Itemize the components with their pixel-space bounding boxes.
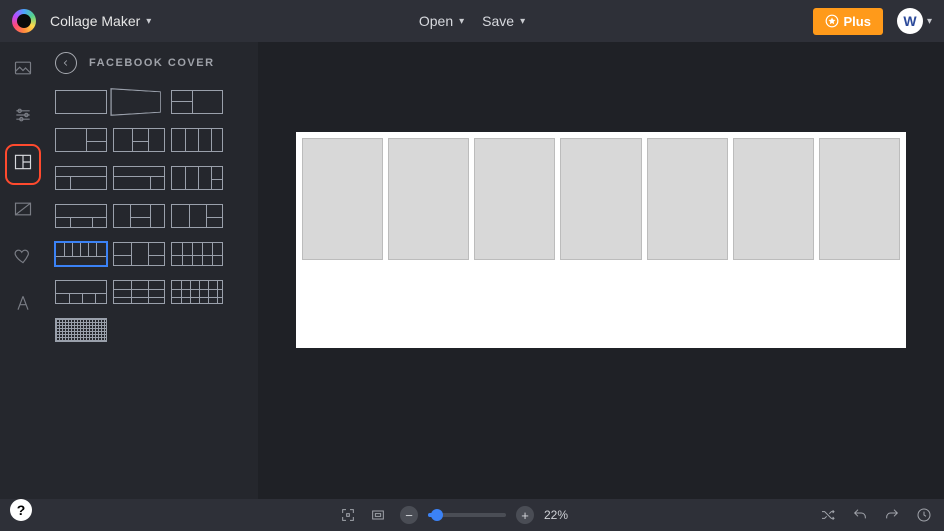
collage-cell[interactable] [819, 138, 900, 260]
collage-cell[interactable] [302, 138, 383, 260]
plus-button[interactable]: Plus [813, 8, 883, 35]
arrow-left-icon [61, 58, 71, 68]
template-thumb [113, 318, 165, 342]
collage-cell[interactable] [560, 138, 641, 260]
heart-icon [13, 246, 33, 266]
account-menu[interactable]: W ▾ [897, 8, 932, 34]
sliders-icon [13, 105, 33, 125]
star-icon [825, 14, 839, 28]
topbar-right: Plus W ▾ [813, 8, 933, 35]
panel-title: FACEBOOK COVER [89, 57, 215, 69]
top-bar: Collage Maker ▾ Open ▾ Save ▾ Plus W ▾ [0, 0, 944, 42]
template-panel: FACEBOOK COVER [45, 42, 258, 499]
template-thumb [171, 318, 223, 342]
template-thumb[interactable] [55, 242, 107, 266]
zoom-slider-thumb[interactable] [431, 509, 443, 521]
template-thumb[interactable] [171, 90, 223, 114]
canvas-area[interactable] [258, 42, 944, 499]
app-name: Collage Maker [50, 13, 140, 29]
open-label: Open [419, 13, 453, 29]
zoom-slider[interactable] [428, 513, 506, 517]
undo-icon[interactable] [852, 507, 868, 523]
zoom-out-button[interactable]: − [400, 506, 418, 524]
save-button[interactable]: Save ▾ [482, 13, 525, 29]
template-thumb[interactable] [55, 280, 107, 304]
crop-icon [13, 199, 33, 219]
template-thumb[interactable] [55, 90, 107, 114]
topbar-center: Open ▾ Save ▾ [419, 13, 525, 29]
rail-crop[interactable] [13, 199, 33, 224]
zoom-label: 22% [544, 508, 568, 522]
app-switch-dropdown[interactable]: Collage Maker ▾ [50, 13, 151, 29]
avatar: W [897, 8, 923, 34]
shuffle-icon[interactable] [820, 507, 836, 523]
template-thumb[interactable] [110, 88, 160, 116]
bottom-bar: − + 22% [0, 499, 944, 531]
chevron-down-icon: ▾ [927, 16, 932, 27]
chevron-down-icon: ▾ [459, 16, 464, 27]
rail-favorites[interactable] [13, 246, 33, 271]
collage-cell[interactable] [733, 138, 814, 260]
collage-cell[interactable] [388, 138, 469, 260]
bottombar-right [820, 507, 932, 523]
zoom-controls: − + 22% [400, 506, 568, 524]
template-thumb[interactable] [113, 166, 165, 190]
template-thumb[interactable] [171, 242, 223, 266]
collage-cell[interactable] [474, 138, 555, 260]
collage-canvas[interactable] [296, 132, 906, 348]
fit-icon[interactable] [370, 507, 386, 523]
plus-label: Plus [844, 14, 871, 29]
template-thumb[interactable] [171, 280, 223, 304]
template-thumb[interactable] [113, 128, 165, 152]
rail-image[interactable] [13, 58, 33, 83]
focus-icon[interactable] [340, 507, 356, 523]
template-thumb[interactable] [55, 128, 107, 152]
canvas-row [296, 132, 906, 260]
template-thumb[interactable] [113, 280, 165, 304]
rail-adjust[interactable] [13, 105, 33, 130]
app-logo [12, 9, 36, 33]
collage-cell[interactable] [647, 138, 728, 260]
left-rail [0, 42, 45, 499]
template-thumb[interactable] [171, 166, 223, 190]
redo-icon[interactable] [884, 507, 900, 523]
rail-layout[interactable] [13, 152, 33, 177]
save-label: Save [482, 13, 514, 29]
chevron-down-icon: ▾ [146, 16, 151, 27]
layout-icon [13, 152, 33, 172]
template-grid [55, 90, 248, 342]
template-thumb[interactable] [113, 242, 165, 266]
back-button[interactable] [55, 52, 77, 74]
zoom-in-button[interactable]: + [516, 506, 534, 524]
template-thumb[interactable] [171, 128, 223, 152]
template-thumb[interactable] [55, 318, 107, 342]
open-button[interactable]: Open ▾ [419, 13, 464, 29]
history-icon[interactable] [916, 507, 932, 523]
template-thumb[interactable] [55, 204, 107, 228]
text-icon [13, 293, 33, 313]
bottombar-center: − + 22% [340, 506, 568, 524]
image-icon [13, 58, 33, 78]
template-thumb[interactable] [113, 204, 165, 228]
rail-text[interactable] [13, 293, 33, 318]
chevron-down-icon: ▾ [520, 16, 525, 27]
main-area: FACEBOOK COVER [0, 42, 944, 499]
help-button[interactable]: ? [10, 499, 32, 521]
template-thumb[interactable] [171, 204, 223, 228]
template-thumb[interactable] [55, 166, 107, 190]
panel-header: FACEBOOK COVER [55, 52, 248, 74]
